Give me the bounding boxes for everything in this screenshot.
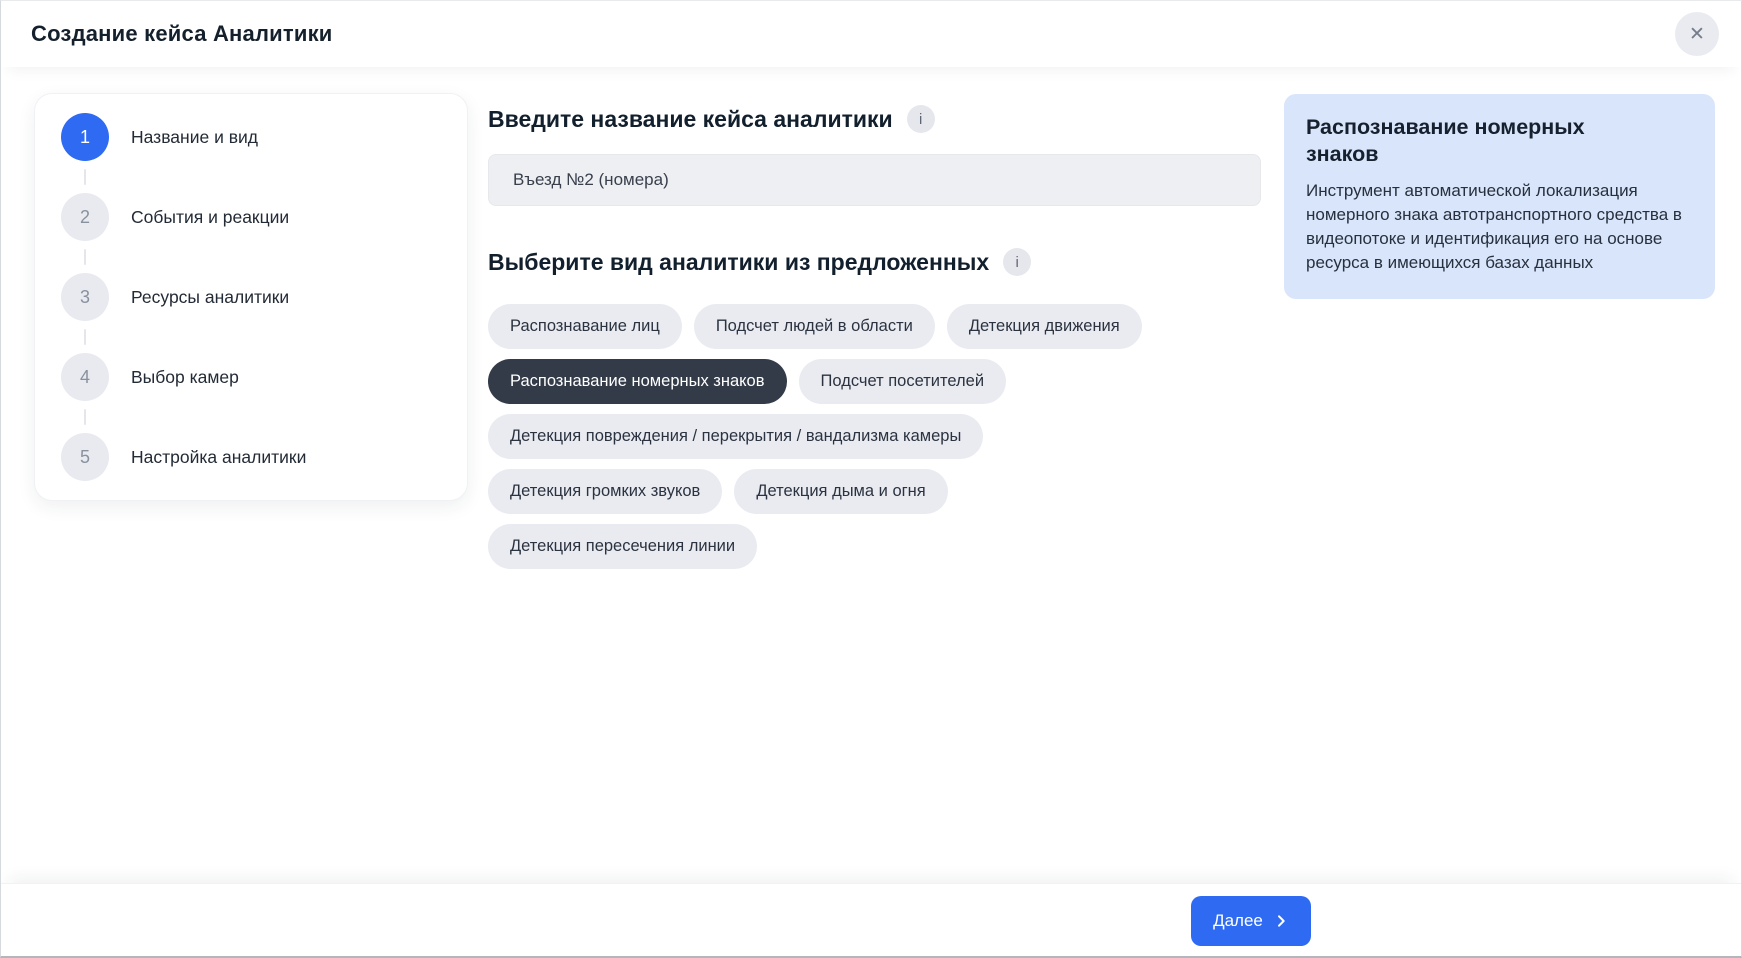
- chip-line-crossing-detection[interactable]: Детекция пересечения линии: [488, 524, 757, 569]
- step-5-number: 5: [61, 433, 109, 481]
- case-name-section-heading: Введите название кейса аналитики i: [488, 103, 1261, 135]
- step-5-label: Настройка аналитики: [131, 447, 306, 468]
- step-1-label: Название и вид: [131, 127, 258, 148]
- main-content: Введите название кейса аналитики i Выбер…: [488, 93, 1261, 579]
- create-analytics-case-dialog: Создание кейса Аналитики ✕ 1 Название и …: [0, 0, 1742, 958]
- chip-license-plate-recognition[interactable]: Распознавание номерных знаков: [488, 359, 787, 404]
- step-3-analytics-resources[interactable]: 3 Ресурсы аналитики: [61, 273, 467, 321]
- analytics-type-info-panel: Распознавание номерных знаков Инструмент…: [1284, 94, 1715, 299]
- chip-face-recognition[interactable]: Распознавание лиц: [488, 304, 682, 349]
- chip-visitor-count[interactable]: Подсчет посетителей: [799, 359, 1007, 404]
- chip-loud-sound-detection[interactable]: Детекция громких звуков: [488, 469, 722, 514]
- info-panel-title: Распознавание номерных знаков: [1306, 114, 1636, 168]
- info-panel-description: Инструмент автоматической локализация но…: [1306, 179, 1696, 276]
- dialog-title: Создание кейса Аналитики: [31, 21, 333, 47]
- step-1-name-and-type[interactable]: 1 Название и вид: [61, 113, 467, 161]
- analytics-type-heading: Выберите вид аналитики из предложенных: [488, 246, 989, 278]
- chevron-right-icon: [1273, 913, 1289, 929]
- chip-row: Детекция громких звуков Детекция дыма и …: [488, 469, 1261, 514]
- close-button[interactable]: ✕: [1675, 12, 1719, 56]
- step-connector: [61, 401, 109, 433]
- chip-row: Детекция пересечения линии: [488, 524, 1261, 569]
- step-4-label: Выбор камер: [131, 367, 239, 388]
- step-1-number: 1: [61, 113, 109, 161]
- next-button-label: Далее: [1213, 911, 1263, 931]
- chip-people-count-in-area[interactable]: Подсчет людей в области: [694, 304, 935, 349]
- info-icon[interactable]: i: [907, 105, 935, 133]
- step-2-label: События и реакции: [131, 207, 289, 228]
- chip-camera-tampering-detection[interactable]: Детекция повреждения / перекрытия / ванд…: [488, 414, 983, 459]
- step-connector: [61, 161, 109, 193]
- close-icon: ✕: [1689, 23, 1705, 46]
- step-5-analytics-settings[interactable]: 5 Настройка аналитики: [61, 433, 467, 481]
- case-name-input[interactable]: [488, 154, 1261, 206]
- chip-row: Детекция повреждения / перекрытия / ванд…: [488, 414, 1261, 459]
- next-button[interactable]: Далее: [1191, 896, 1311, 946]
- step-2-number: 2: [61, 193, 109, 241]
- analytics-type-section-heading: Выберите вид аналитики из предложенных i: [488, 246, 1261, 278]
- step-4-camera-selection[interactable]: 4 Выбор камер: [61, 353, 467, 401]
- step-3-number: 3: [61, 273, 109, 321]
- step-3-label: Ресурсы аналитики: [131, 287, 289, 308]
- step-2-events-and-reactions[interactable]: 2 События и реакции: [61, 193, 467, 241]
- case-name-heading: Введите название кейса аналитики: [488, 103, 893, 135]
- dialog-footer: Далее: [1, 883, 1741, 956]
- wizard-stepper: 1 Название и вид 2 События и реакции 3 Р…: [34, 93, 468, 501]
- step-connector: [61, 321, 109, 353]
- analytics-type-chips: Распознавание лиц Подсчет людей в област…: [488, 304, 1261, 569]
- chip-row: Распознавание номерных знаков Подсчет по…: [488, 359, 1261, 404]
- info-icon[interactable]: i: [1003, 248, 1031, 276]
- step-connector: [61, 241, 109, 273]
- step-4-number: 4: [61, 353, 109, 401]
- dialog-header: Создание кейса Аналитики ✕: [1, 1, 1741, 67]
- chip-smoke-fire-detection[interactable]: Детекция дыма и огня: [734, 469, 947, 514]
- chip-motion-detection[interactable]: Детекция движения: [947, 304, 1142, 349]
- chip-row: Распознавание лиц Подсчет людей в област…: [488, 304, 1261, 349]
